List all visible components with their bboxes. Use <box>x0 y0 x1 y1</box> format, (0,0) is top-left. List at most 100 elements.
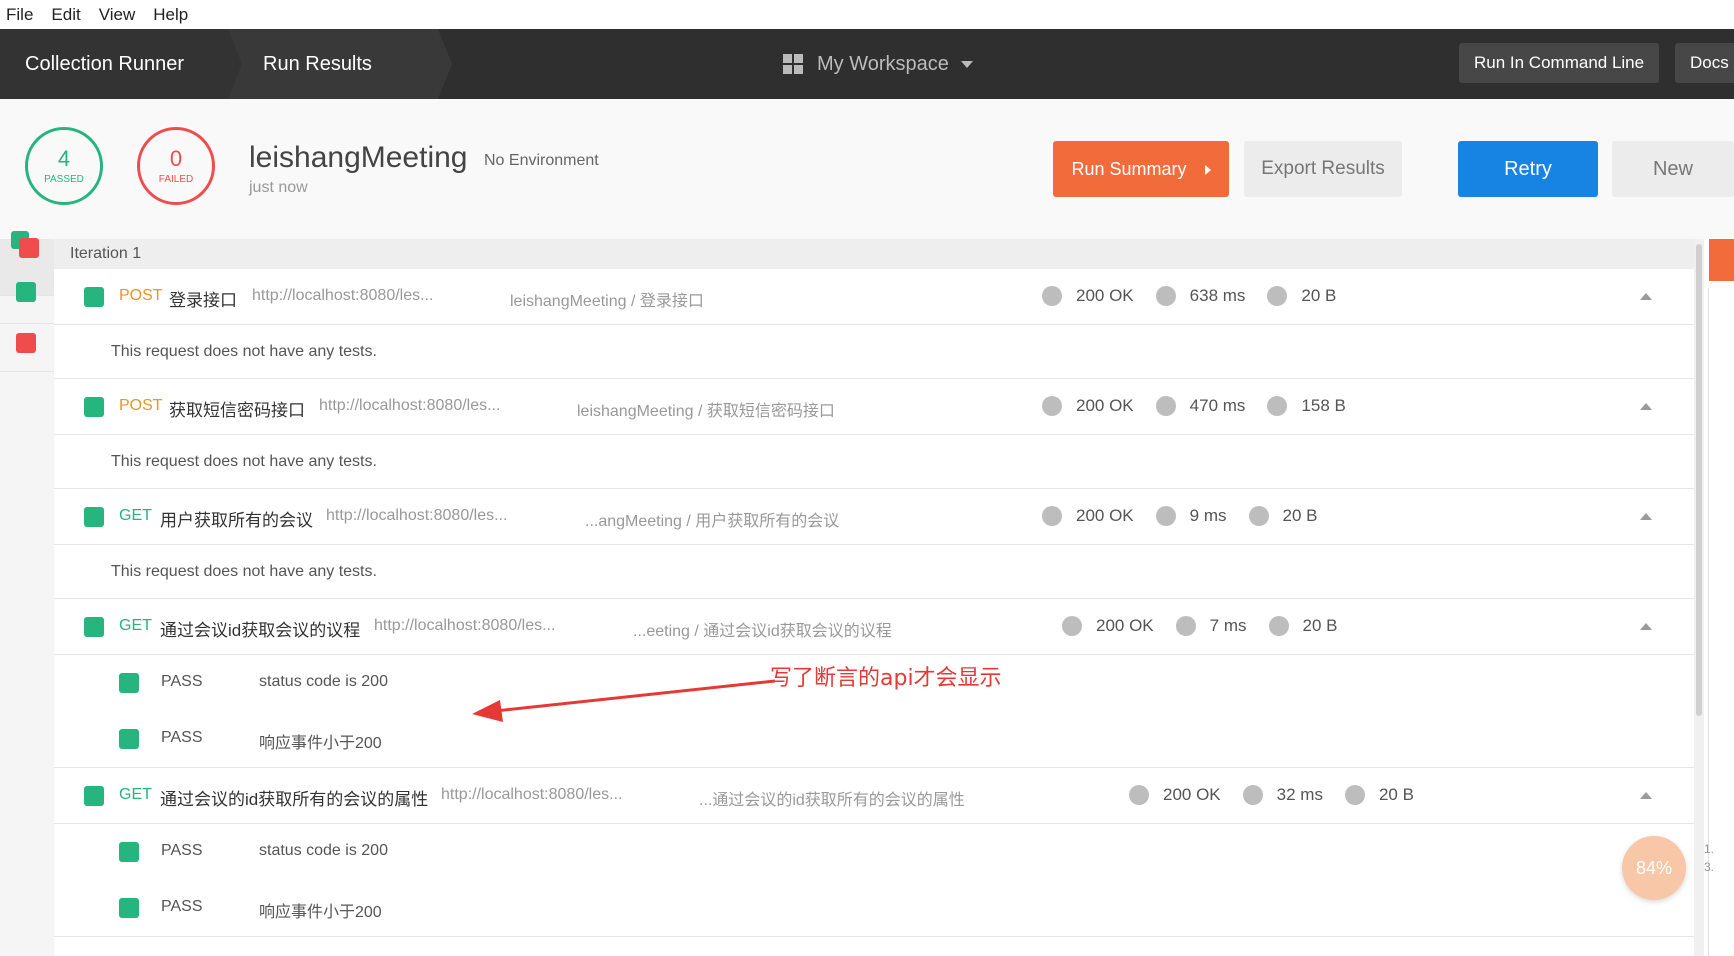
status-square <box>84 287 104 307</box>
response-time: 470 ms <box>1189 396 1246 415</box>
no-tests-note: This request does not have any tests. <box>54 435 1694 489</box>
test-result: PASS <box>161 729 203 746</box>
request-row[interactable]: GET 通过会议id获取会议的议程 http://localhost:8080/… <box>54 599 1694 655</box>
response-status: 200 OK <box>1076 506 1134 525</box>
time-dot-icon <box>1175 616 1196 636</box>
export-results-button[interactable]: Export Results <box>1244 141 1402 197</box>
request-method: GET <box>119 507 152 524</box>
app-header: Collection Runner Run Results My Workspa… <box>0 29 1734 99</box>
test-result: PASS <box>161 842 203 859</box>
mini-number: 1. <box>1704 842 1715 856</box>
breadcrumb-separator <box>438 29 452 99</box>
retry-button[interactable]: Retry <box>1458 141 1598 197</box>
request-method: GET <box>119 786 152 803</box>
menu-edit[interactable]: Edit <box>51 5 80 25</box>
collapse-icon[interactable] <box>1640 623 1652 630</box>
response-size: 20 B <box>1301 286 1337 305</box>
test-results: PASS status code is 200 PASS 响应事件小于200 <box>54 824 1694 937</box>
request-row[interactable]: POST 获取短信密码接口 http://localhost:8080/les.… <box>54 379 1694 435</box>
environment-label: No Environment <box>484 152 599 169</box>
passed-counter: 4 PASSED <box>25 127 103 205</box>
all-results-icon-overlay <box>19 238 39 258</box>
request-stats: 200 OK 32 ms 20 B <box>1129 785 1414 805</box>
request-stats: 200 OK 7 ms 20 B <box>1062 616 1337 636</box>
request-url: http://localhost:8080/les... <box>441 786 623 803</box>
test-name: status code is 200 <box>259 842 388 859</box>
pass-icon <box>119 842 139 862</box>
response-status: 200 OK <box>1076 286 1134 305</box>
request-row[interactable]: GET 通过会议的id获取所有的会议的属性 http://localhost:8… <box>54 768 1694 824</box>
response-size: 158 B <box>1301 396 1346 415</box>
collapse-icon[interactable] <box>1640 403 1652 410</box>
request-stats: 200 OK 470 ms 158 B <box>1042 396 1346 416</box>
filter-failed[interactable] <box>0 323 54 372</box>
breadcrumb-run-results[interactable]: Run Results <box>228 29 438 99</box>
pass-icon <box>119 729 139 749</box>
scrollbar-thumb[interactable] <box>1696 244 1702 716</box>
response-time: 638 ms <box>1189 286 1246 305</box>
request-row[interactable]: POST 登录接口 http://localhost:8080/les... l… <box>54 269 1694 325</box>
request-row[interactable]: GET 用户获取所有的会议 http://localhost:8080/les.… <box>54 489 1694 545</box>
pass-icon <box>119 898 139 918</box>
response-status: 200 OK <box>1076 396 1134 415</box>
request-name: 登录接口 <box>169 291 237 310</box>
results-list: POST 登录接口 http://localhost:8080/les... l… <box>54 269 1694 956</box>
test-name: 响应事件小于200 <box>259 904 382 921</box>
workspace-label: My Workspace <box>817 52 949 75</box>
request-url: http://localhost:8080/les... <box>326 507 508 524</box>
no-tests-note: This request does not have any tests. <box>54 325 1694 379</box>
no-tests-note: This request does not have any tests. <box>54 545 1694 599</box>
menu-help[interactable]: Help <box>153 5 188 25</box>
breadcrumb-collection-runner[interactable]: Collection Runner <box>0 29 228 99</box>
new-button[interactable]: New <box>1612 141 1734 197</box>
docs-button[interactable]: Docs <box>1675 43 1734 83</box>
run-summary-bar: 4 PASSED 0 FAILED leishangMeeting No Env… <box>0 99 1734 239</box>
workspace-selector[interactable]: My Workspace <box>783 29 973 99</box>
filter-passed[interactable] <box>0 267 54 324</box>
response-status: 200 OK <box>1163 785 1221 804</box>
status-dot-icon <box>1042 506 1062 526</box>
time-dot-icon <box>1155 286 1176 306</box>
status-square <box>84 397 104 417</box>
response-time: 7 ms <box>1209 616 1247 635</box>
request-url: http://localhost:8080/les... <box>319 397 501 414</box>
request-stats: 200 OK 638 ms 20 B <box>1042 286 1336 306</box>
response-time: 9 ms <box>1189 506 1227 525</box>
menu-file[interactable]: File <box>6 5 33 25</box>
request-method: POST <box>119 287 163 304</box>
run-summary-button[interactable]: Run Summary <box>1053 141 1229 197</box>
passed-label: PASSED <box>44 174 84 185</box>
mini-panel: 1. 3. <box>1704 840 1714 876</box>
side-tab-marker <box>1709 239 1734 281</box>
response-size: 20 B <box>1302 616 1338 635</box>
collapse-icon[interactable] <box>1640 513 1652 520</box>
run-in-command-line-button[interactable]: Run In Command Line <box>1459 43 1660 83</box>
size-dot-icon <box>1267 286 1288 306</box>
caret-right-icon <box>1204 165 1211 176</box>
request-name: 获取短信密码接口 <box>169 401 305 420</box>
request-name: 通过会议id获取会议的议程 <box>160 621 361 640</box>
size-dot-icon <box>1267 396 1288 416</box>
run-time: just now <box>249 179 308 196</box>
collapse-icon[interactable] <box>1640 293 1652 300</box>
request-stats: 200 OK 9 ms 20 B <box>1042 506 1317 526</box>
test-result: PASS <box>161 673 203 690</box>
request-path: leishangMeeting / 获取短信密码接口 <box>577 403 835 420</box>
menu-view[interactable]: View <box>99 5 136 25</box>
response-time: 32 ms <box>1276 785 1323 804</box>
test-row: PASS status code is 200 <box>54 824 1694 880</box>
annotation-text: 写了断言的api才会显示 <box>770 666 1002 691</box>
test-result: PASS <box>161 898 203 915</box>
request-path: ...通过会议的id获取所有的会议的属性 <box>699 792 965 809</box>
time-dot-icon <box>1242 785 1263 805</box>
request-path: ...eeting / 通过会议id获取会议的议程 <box>633 623 892 640</box>
status-dot-icon <box>1042 286 1062 306</box>
time-dot-icon <box>1155 506 1176 526</box>
vertical-scrollbar[interactable] <box>1694 239 1704 956</box>
size-dot-icon <box>1248 506 1269 526</box>
request-method: POST <box>119 397 163 414</box>
test-name: 响应事件小于200 <box>259 735 382 752</box>
time-dot-icon <box>1155 396 1176 416</box>
collapse-icon[interactable] <box>1640 792 1652 799</box>
failed-label: FAILED <box>158 174 194 185</box>
